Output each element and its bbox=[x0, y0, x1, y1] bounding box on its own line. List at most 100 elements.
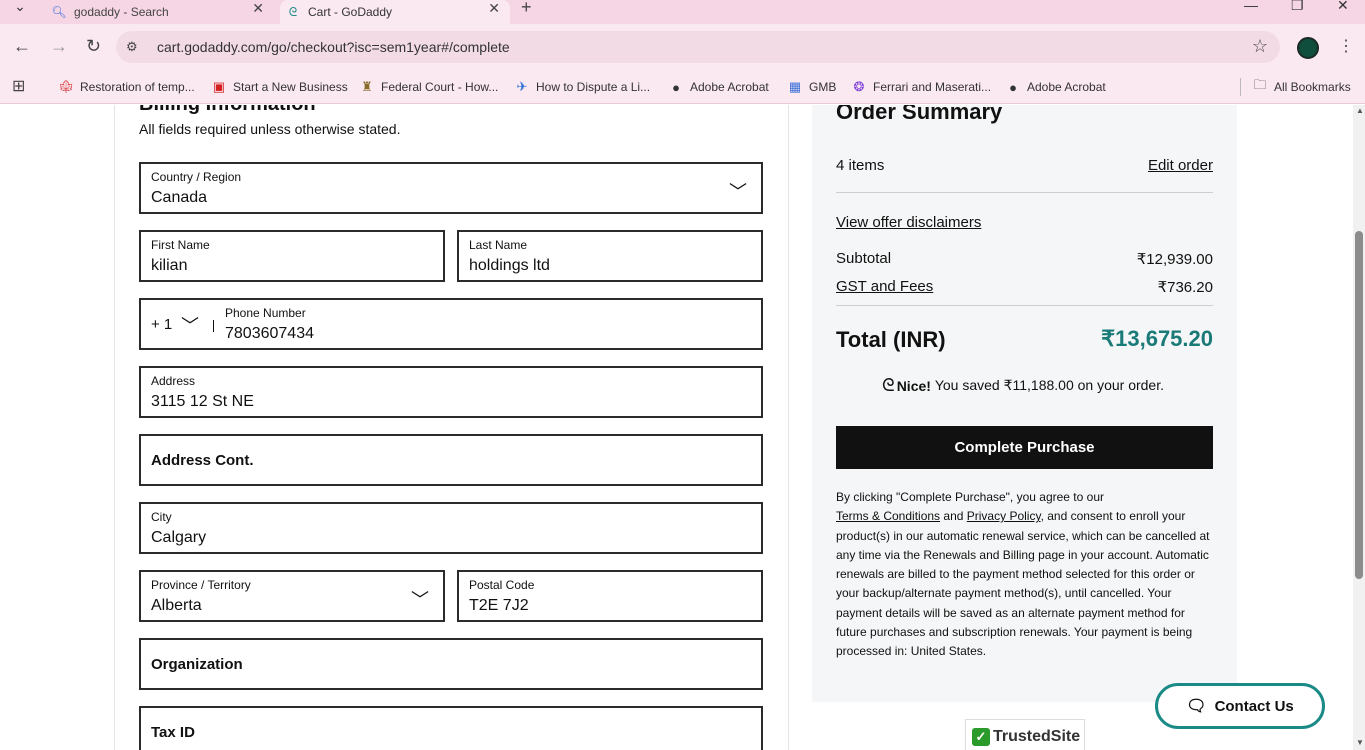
tab-search-menu-icon[interactable]: ⌄ bbox=[8, 0, 32, 18]
divider bbox=[836, 192, 1213, 193]
globe-icon: ● bbox=[672, 79, 680, 95]
close-icon[interactable]: ✕ bbox=[488, 0, 500, 17]
country-select[interactable]: Country / Region Canada ﹀ bbox=[139, 162, 763, 214]
field-value: 3115 12 St NE bbox=[151, 393, 254, 410]
bookmark-item[interactable]: ✈ How to Dispute a Li... bbox=[514, 70, 651, 104]
field-label: First Name bbox=[151, 238, 210, 252]
field-placeholder: Tax ID bbox=[151, 724, 195, 741]
billing-form: Billing Information All fields required … bbox=[114, 105, 789, 750]
all-bookmarks-label: All Bookmarks bbox=[1274, 80, 1351, 94]
legal-text-part: By clicking "Complete Purchase", you agr… bbox=[836, 490, 1104, 504]
subtotal-row: Subtotal ₹12,939.00 bbox=[836, 250, 1213, 268]
godaddy-icon: ᘓ bbox=[288, 4, 298, 19]
first-name-field[interactable]: First Name kilian bbox=[139, 230, 445, 282]
folder-icon: 🗀 bbox=[1253, 77, 1267, 92]
globe-icon: ● bbox=[1009, 79, 1017, 95]
back-icon[interactable]: ← bbox=[13, 36, 31, 57]
bookmark-item[interactable]: ♜ Federal Court - How... bbox=[359, 70, 498, 104]
last-name-field[interactable]: Last Name holdings ltd bbox=[457, 230, 763, 282]
subtotal-label: Subtotal bbox=[836, 250, 892, 267]
complete-purchase-button[interactable]: Complete Purchase bbox=[836, 426, 1213, 469]
divider bbox=[836, 305, 1213, 306]
tab-strip: ⌄ 🔍︎ godaddy - Search ✕ ᘓ Cart - GoDaddy… bbox=[0, 0, 1365, 24]
field-label: Last Name bbox=[469, 238, 528, 252]
disclaimers-row: View offer disclaimers bbox=[836, 214, 1213, 231]
gst-fees-link[interactable]: GST and Fees bbox=[836, 278, 933, 295]
chevron-down-icon[interactable]: ﹀ bbox=[181, 312, 199, 338]
province-select[interactable]: Province / Territory Alberta ﹀ bbox=[139, 570, 445, 622]
gst-value: ₹736.20 bbox=[1157, 279, 1213, 296]
city-field[interactable]: City Calgary bbox=[139, 502, 763, 554]
field-value: Calgary bbox=[151, 529, 207, 546]
window-close-icon[interactable]: ✕ bbox=[1337, 0, 1349, 14]
phone-country-code[interactable]: + 1 bbox=[151, 316, 172, 333]
reload-icon[interactable]: ↻ bbox=[86, 36, 101, 57]
field-label: City bbox=[151, 510, 172, 524]
address-cont-field[interactable]: Address Cont. bbox=[139, 434, 763, 486]
bookmark-label: Ferrari and Maserati... bbox=[873, 80, 992, 94]
terms-link[interactable]: Terms & Conditions bbox=[836, 509, 940, 523]
minimize-icon[interactable]: — bbox=[1244, 0, 1258, 13]
scroll-up-icon[interactable]: ▲ bbox=[1356, 106, 1364, 115]
bird-icon: ✈ bbox=[516, 79, 528, 94]
bookmark-item[interactable]: ❂ Ferrari and Maserati... bbox=[851, 70, 992, 104]
savings-message: ᘓ Nice! You saved ₹11,188.00 on your ord… bbox=[882, 375, 1164, 396]
close-icon[interactable]: ✕ bbox=[252, 0, 264, 17]
privacy-link[interactable]: Privacy Policy bbox=[967, 509, 1041, 523]
checkmark-icon: ✓ bbox=[972, 728, 990, 746]
chevron-down-icon: ﹀ bbox=[729, 182, 747, 202]
address-bar[interactable]: ⚙ cart.godaddy.com/go/checkout?isc=sem1y… bbox=[116, 31, 1280, 63]
field-value: 7803607434 bbox=[225, 325, 314, 342]
bookmark-label: Federal Court - How... bbox=[381, 80, 499, 94]
field-label: Province / Territory bbox=[151, 578, 251, 592]
forward-icon[interactable]: → bbox=[50, 36, 68, 57]
savings-nice: Nice! bbox=[896, 377, 931, 394]
edit-order-link[interactable]: Edit order bbox=[1148, 157, 1213, 174]
trustedsite-badge[interactable]: ✓ TrustedSite bbox=[965, 719, 1085, 750]
billing-subtitle: All fields required unless otherwise sta… bbox=[139, 121, 401, 137]
field-value: holdings ltd bbox=[469, 257, 550, 274]
offer-disclaimers-link[interactable]: View offer disclaimers bbox=[836, 214, 981, 231]
tab-godaddy-search[interactable]: 🔍︎ godaddy - Search ✕ bbox=[44, 0, 274, 24]
crest-icon: ♜ bbox=[361, 79, 373, 94]
contact-us-button[interactable]: 🗨︎ Contact Us bbox=[1155, 683, 1325, 729]
field-value: kilian bbox=[151, 257, 188, 274]
url-text[interactable]: cart.godaddy.com/go/checkout?isc=sem1yea… bbox=[157, 39, 510, 55]
bookmark-label: Restoration of temp... bbox=[80, 80, 195, 94]
apps-grid-icon[interactable]: ⊞ bbox=[12, 76, 25, 96]
search-icon: 🔍︎ bbox=[51, 5, 67, 19]
restore-icon[interactable]: ❐ bbox=[1291, 0, 1304, 14]
phone-field[interactable]: + 1 ﹀ Phone Number 7803607434 bbox=[139, 298, 763, 350]
tax-id-field[interactable]: Tax ID bbox=[139, 706, 763, 750]
gst-row: GST and Fees ₹736.20 bbox=[836, 278, 1213, 296]
billing-title: Billing Information bbox=[139, 105, 316, 116]
address-field[interactable]: Address 3115 12 St NE bbox=[139, 366, 763, 418]
profile-avatar[interactable] bbox=[1297, 37, 1319, 59]
bookmark-item[interactable]: ● Adobe Acrobat bbox=[668, 70, 769, 104]
bookmark-label: Adobe Acrobat bbox=[690, 80, 769, 94]
bookmark-item[interactable]: 🍁︎ Restoration of temp... bbox=[58, 70, 195, 104]
new-tab-icon[interactable]: + bbox=[521, 0, 532, 18]
bookmark-item[interactable]: ▦ GMB bbox=[787, 70, 837, 104]
scrollbar-thumb[interactable] bbox=[1355, 231, 1363, 579]
scroll-down-icon[interactable]: ▼ bbox=[1356, 738, 1364, 747]
legal-text: By clicking "Complete Purchase", you agr… bbox=[836, 488, 1216, 662]
field-value: Canada bbox=[151, 189, 208, 206]
field-value: Alberta bbox=[151, 597, 202, 614]
all-bookmarks[interactable]: 🗀 All Bookmarks bbox=[1252, 70, 1351, 104]
bookmark-item[interactable]: ● Adobe Acrobat bbox=[1005, 70, 1106, 104]
tab-cart-godaddy[interactable]: ᘓ Cart - GoDaddy ✕ bbox=[280, 0, 510, 24]
organization-field[interactable]: Organization bbox=[139, 638, 763, 690]
scrollbar[interactable]: ▲ ▼ bbox=[1353, 105, 1365, 750]
menu-kebab-icon[interactable]: ⋮ bbox=[1338, 36, 1354, 56]
bookmark-item[interactable]: ▣ Start a New Business bbox=[211, 70, 348, 104]
field-label: Postal Code bbox=[469, 578, 535, 592]
site-info-icon[interactable]: ⚙ bbox=[126, 39, 138, 55]
legal-text-part: , and consent to enroll your product(s) … bbox=[836, 509, 1210, 659]
postal-code-field[interactable]: Postal Code T2E 7J2 bbox=[457, 570, 763, 622]
phone-divider bbox=[213, 320, 214, 332]
legal-and: and bbox=[943, 509, 964, 524]
bookmark-star-icon[interactable]: ☆ bbox=[1252, 36, 1268, 57]
chevron-down-icon: ﹀ bbox=[411, 590, 429, 610]
order-summary: Order Summary 4 items Edit order View of… bbox=[812, 105, 1237, 702]
